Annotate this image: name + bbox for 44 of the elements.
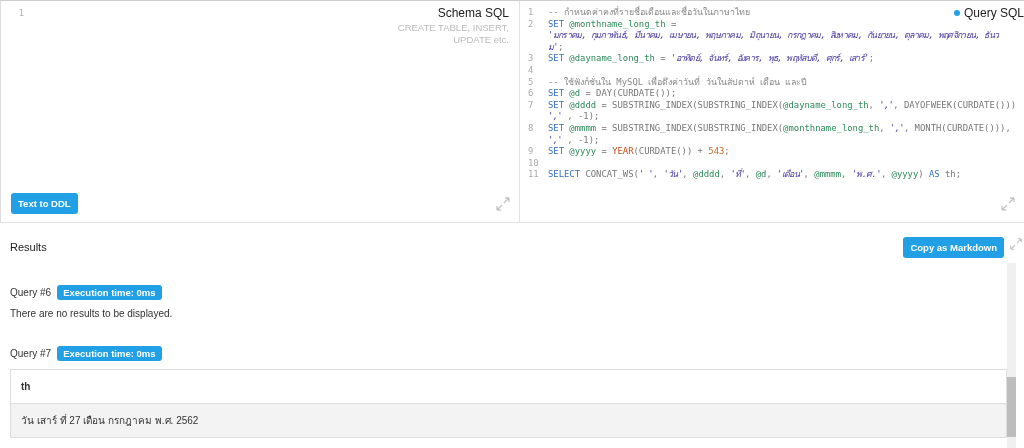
execution-time-badge: Execution time: 0ms bbox=[57, 285, 162, 300]
line-number: 7 bbox=[528, 99, 535, 112]
code-line: ม'; bbox=[548, 41, 564, 54]
panel-title: Schema SQL bbox=[437, 6, 509, 20]
scrollbar[interactable] bbox=[1007, 263, 1016, 448]
query-label: Query #6 bbox=[10, 287, 52, 298]
line-number: 10 bbox=[528, 157, 540, 170]
table-cell: วัน เสาร์ ที่ 27 เดือน กรกฎาคม พ.ศ. 2562 bbox=[21, 413, 199, 428]
code-line: SET @d = DAY(CURDATE()); bbox=[548, 88, 677, 100]
line-number: 2 bbox=[528, 18, 535, 31]
expand-icon[interactable] bbox=[1009, 237, 1023, 251]
code-line: SET @yyyy = YEAR(CURDATE()) + 543; bbox=[548, 146, 730, 158]
code-line: ',' , -1); bbox=[548, 134, 600, 147]
line-number: 9 bbox=[528, 146, 535, 158]
line-number: 4 bbox=[528, 64, 535, 77]
line-number: 1 bbox=[19, 9, 24, 18]
expand-icon[interactable] bbox=[1000, 196, 1016, 212]
expand-icon[interactable] bbox=[495, 196, 511, 212]
code-line: SET @dayname_long_th = 'อาทิตย์, จันทร์, อังคาร, พุธ, พฤหัสบดี, ศุกร์, เสาร์'; bbox=[548, 53, 874, 65]
panel-title: Query SQL bbox=[963, 6, 1024, 20]
code-line: ',' , -1); bbox=[548, 111, 600, 123]
execution-time-badge: Execution time: 0ms bbox=[57, 346, 162, 361]
status-dot-icon bbox=[953, 10, 960, 16]
code-line: SET @mmmm = SUBSTRING_INDEX(SUBSTRING_INDEX(@monthname_long_th, ',', MONTH(CURDATE())), bbox=[548, 122, 1011, 135]
code-line: -- กำหนดค่าคงที่รายชื่อเดือนและชื่อวันในภาษาไทย bbox=[548, 7, 751, 19]
line-number: 6 bbox=[528, 88, 535, 100]
code-line: SELECT CONCAT_WS(' ', 'วัน', @dddd, 'ที่', @d, 'เดือน', @mmmm, 'พ.ศ.', @yyyy) AS th; bbox=[548, 169, 962, 181]
line-number: 11 bbox=[528, 169, 540, 181]
column-header: th bbox=[21, 381, 31, 392]
code-line: SET @monthname_long_th = bbox=[548, 18, 677, 30]
line-number: 1 bbox=[528, 7, 535, 19]
no-results-message: There are no results to be displayed. bbox=[10, 308, 174, 319]
line-number: 3 bbox=[528, 53, 535, 65]
placeholder-hint: CREATE TABLE, INSERT, UPDATE etc. bbox=[396, 22, 509, 46]
results-title: Results bbox=[10, 241, 47, 253]
copy-markdown-button[interactable]: Copy as Markdown bbox=[903, 236, 1004, 258]
schema-editor[interactable]: 1 Schema SQL CREATE TABLE, INSERT, UPDATE etc. Text to DDL bbox=[0, 1, 520, 222]
line-number: 8 bbox=[528, 122, 535, 135]
line-number: 5 bbox=[528, 76, 535, 89]
code-line: 'มกราคม, กุมภาพันธ์, มีนาคม, เมษายน, พฤษภาคม, มิถุนายน, กรกฎาคม, สิงหาคม, กันยายน, ตุลาคม, พฤศจิกายน, ธันว bbox=[548, 30, 999, 42]
code-line: -- ใช้ฟังก์ชั่นใน MySQL เพื่อดึงค่าวันที่ วันในสัปดาห์ เดือน และปี bbox=[548, 76, 808, 89]
text-to-ddl-button[interactable]: Text to DDL bbox=[11, 193, 78, 214]
code-line: SET @dddd = SUBSTRING_INDEX(SUBSTRING_INDEX(@dayname_long_th, ',', DAYOFWEEK(CURDATE())) bbox=[548, 99, 1017, 112]
query-label: Query #7 bbox=[10, 348, 52, 359]
